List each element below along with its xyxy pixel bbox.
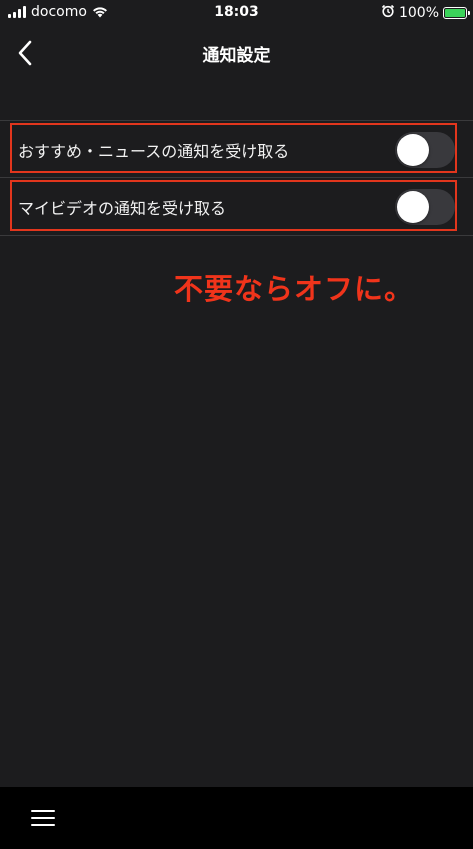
- nav-bar: 通知設定: [0, 28, 473, 78]
- settings-list: おすすめ・ニュースの通知を受け取る マイビデオの通知を受け取る: [0, 120, 473, 236]
- hamburger-menu-icon[interactable]: [31, 808, 55, 828]
- status-right: 100%: [381, 4, 470, 22]
- setting-label: マイビデオの通知を受け取る: [18, 199, 227, 218]
- page-title: 通知設定: [202, 46, 271, 66]
- alarm-icon: [381, 4, 395, 22]
- toggle-knob: [397, 134, 429, 166]
- battery-icon: [443, 7, 470, 19]
- battery-percent: 100%: [398, 5, 439, 21]
- status-bar: docomo 18:03 100%: [0, 0, 473, 26]
- recommend-news-toggle[interactable]: [395, 132, 455, 168]
- toggle-knob: [397, 191, 429, 223]
- annotation-text: 不要ならオフに。: [174, 272, 415, 306]
- bottom-bar: [0, 787, 473, 849]
- setting-row-my-video: マイビデオの通知を受け取る: [0, 178, 473, 236]
- setting-row-recommend-news: おすすめ・ニュースの通知を受け取る: [0, 120, 473, 178]
- my-video-toggle[interactable]: [395, 189, 455, 225]
- setting-label: おすすめ・ニュースの通知を受け取る: [18, 142, 290, 161]
